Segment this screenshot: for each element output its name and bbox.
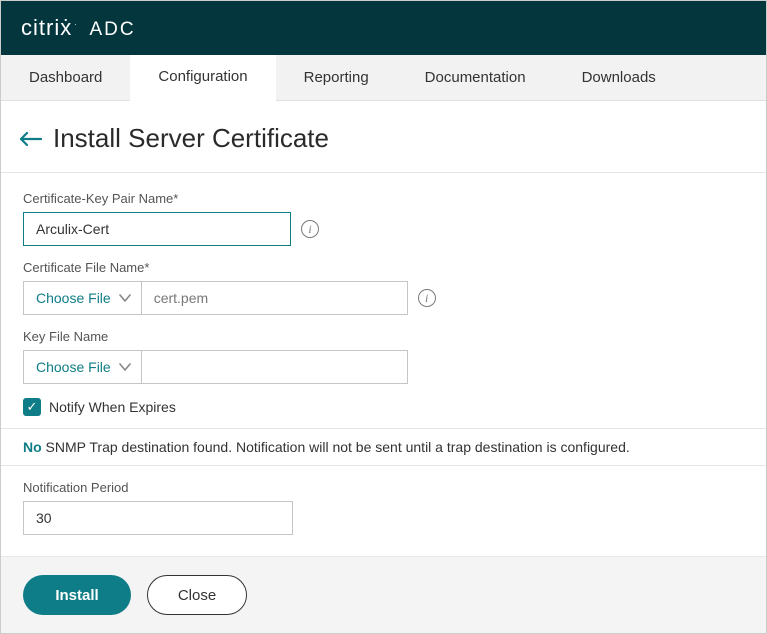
choose-file-label: Choose File [36, 290, 111, 306]
chevron-down-icon [119, 290, 131, 306]
choose-file-cert-button[interactable]: Choose File [23, 281, 142, 315]
row-pair-name: Certificate-Key Pair Name* i [23, 191, 744, 246]
app-frame: citriẋ. ADC Dashboard Configuration Repo… [0, 0, 767, 634]
label-key-file: Key File Name [23, 329, 744, 344]
brand-dot: . [74, 18, 77, 27]
input-period[interactable] [23, 501, 293, 535]
action-bar: Install Close [1, 556, 766, 633]
label-pair-name: Certificate-Key Pair Name* [23, 191, 744, 206]
input-pair-name[interactable] [23, 212, 291, 246]
close-button[interactable]: Close [147, 575, 247, 615]
page-title: Install Server Certificate [53, 123, 329, 154]
info-icon[interactable]: i [301, 220, 319, 238]
row-period: Notification Period [23, 480, 744, 535]
nav-tabs: Dashboard Configuration Reporting Docume… [1, 55, 766, 101]
choose-file-key-button[interactable]: Choose File [23, 350, 142, 384]
form: Certificate-Key Pair Name* i Certificate… [1, 172, 766, 556]
checkbox-notify[interactable]: ✓ [23, 398, 41, 416]
chevron-down-icon [119, 359, 131, 375]
notice-text: SNMP Trap destination found. Notificatio… [42, 439, 630, 455]
choose-file-label: Choose File [36, 359, 111, 375]
brand-logo: citriẋ. ADC [21, 15, 136, 41]
label-cert-file: Certificate File Name* [23, 260, 744, 275]
row-notify: ✓ Notify When Expires [23, 398, 744, 416]
tab-reporting[interactable]: Reporting [276, 55, 397, 100]
tab-configuration[interactable]: Configuration [130, 55, 275, 101]
label-notify: Notify When Expires [49, 399, 176, 415]
brand-product: ADC [89, 19, 135, 41]
page-body: Install Server Certificate Certificate-K… [1, 101, 766, 633]
back-icon[interactable] [17, 129, 43, 149]
input-cert-file[interactable] [142, 281, 408, 315]
input-key-file[interactable] [142, 350, 408, 384]
install-button[interactable]: Install [23, 575, 131, 615]
snmp-notice: No SNMP Trap destination found. Notifica… [1, 428, 766, 466]
notice-no: No [23, 439, 42, 455]
tab-dashboard[interactable]: Dashboard [1, 55, 130, 100]
brand-name: citriẋ [21, 15, 72, 41]
tab-documentation[interactable]: Documentation [397, 55, 554, 100]
row-key-file: Key File Name Choose File [23, 329, 744, 384]
top-bar: citriẋ. ADC [1, 1, 766, 55]
page-header: Install Server Certificate [1, 119, 766, 172]
label-period: Notification Period [23, 480, 744, 495]
row-cert-file: Certificate File Name* Choose File i [23, 260, 744, 315]
info-icon[interactable]: i [418, 289, 436, 307]
tab-downloads[interactable]: Downloads [554, 55, 684, 100]
